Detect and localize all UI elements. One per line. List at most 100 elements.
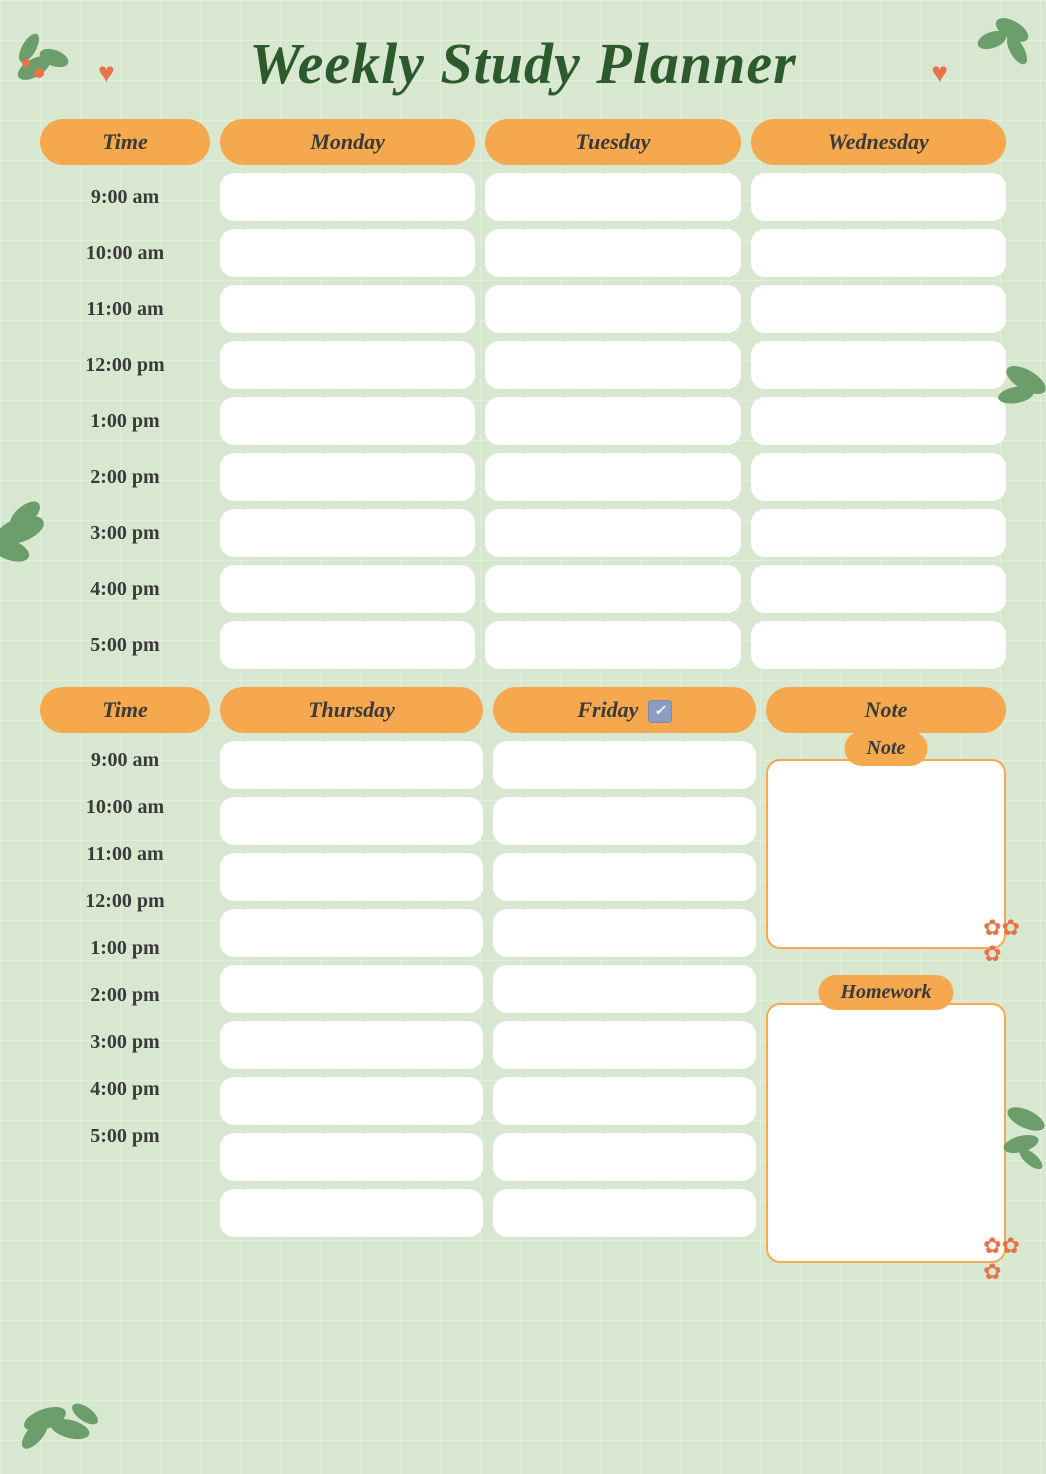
entry-mon-5[interactable]: [220, 453, 475, 501]
entry-thu-0[interactable]: [220, 741, 483, 789]
top-planner-section: Time Monday Tuesday Wednesday 9:00 am 10…: [40, 119, 1006, 669]
entry-wed-3[interactable]: [751, 341, 1006, 389]
entry-tue-8[interactable]: [485, 621, 740, 669]
entry-fri-3[interactable]: [493, 909, 756, 957]
time-bot-3: 12:00 pm: [40, 882, 210, 921]
entry-tue-2[interactable]: [485, 285, 740, 333]
bottom-left-leaf-deco: [20, 1379, 110, 1454]
header-tuesday: Tuesday: [485, 119, 740, 165]
bottom-grid: 9:00 am 10:00 am 11:00 am 12:00 pm 1:00 …: [40, 741, 1006, 1263]
header-time-top: Time: [40, 119, 210, 165]
entry-wed-0[interactable]: [751, 173, 1006, 221]
time-top-4: 1:00 pm: [40, 402, 210, 441]
top-row-1: 10:00 am: [40, 229, 1006, 277]
header-time-bottom: Time: [40, 687, 210, 733]
top-row-6: 3:00 pm: [40, 509, 1006, 557]
homework-box[interactable]: [766, 1003, 1006, 1263]
entry-thu-6[interactable]: [220, 1077, 483, 1125]
title-area: Weekly Study Planner: [40, 30, 1006, 97]
entry-thu-3[interactable]: [220, 909, 483, 957]
time-top-8: 5:00 pm: [40, 626, 210, 665]
entry-fri-1[interactable]: [493, 797, 756, 845]
entry-wed-6[interactable]: [751, 509, 1006, 557]
header-wednesday: Wednesday: [751, 119, 1006, 165]
page: ♥ ♥ Weekly Study Planner Time Monday Tue…: [0, 0, 1046, 1474]
top-row-0: 9:00 am: [40, 173, 1006, 221]
entry-fri-8[interactable]: [493, 1189, 756, 1237]
top-row-4: 1:00 pm: [40, 397, 1006, 445]
entry-wed-7[interactable]: [751, 565, 1006, 613]
header-monday: Monday: [220, 119, 475, 165]
note-flower-deco: ✿✿✿: [983, 915, 1020, 967]
entry-tue-1[interactable]: [485, 229, 740, 277]
entry-fri-7[interactable]: [493, 1133, 756, 1181]
entry-mon-6[interactable]: [220, 509, 475, 557]
entry-mon-8[interactable]: [220, 621, 475, 669]
page-title: Weekly Study Planner: [249, 31, 796, 96]
entry-fri-2[interactable]: [493, 853, 756, 901]
time-bot-7: 4:00 pm: [40, 1070, 210, 1109]
entry-thu-1[interactable]: [220, 797, 483, 845]
entry-fri-4[interactable]: [493, 965, 756, 1013]
entry-thu-4[interactable]: [220, 965, 483, 1013]
time-top-3: 12:00 pm: [40, 346, 210, 385]
note-section: Note ✿✿✿: [766, 749, 1006, 949]
time-bot-5: 2:00 pm: [40, 976, 210, 1015]
bottom-note-col: Note ✿✿✿ Homework ✿✿✿: [766, 741, 1006, 1263]
top-row-3: 12:00 pm: [40, 341, 1006, 389]
entry-tue-7[interactable]: [485, 565, 740, 613]
entry-mon-3[interactable]: [220, 341, 475, 389]
entry-thu-8[interactable]: [220, 1189, 483, 1237]
entry-mon-1[interactable]: [220, 229, 475, 277]
entry-wed-8[interactable]: [751, 621, 1006, 669]
time-bot-1: 10:00 am: [40, 788, 210, 827]
time-top-1: 10:00 am: [40, 234, 210, 273]
time-bot-2: 11:00 am: [40, 835, 210, 874]
bottom-time-col: 9:00 am 10:00 am 11:00 am 12:00 pm 1:00 …: [40, 741, 210, 1156]
entry-wed-1[interactable]: [751, 229, 1006, 277]
bottom-planner-section: Time Thursday Friday ✓ Note 9:00 am 10:0…: [40, 687, 1006, 1263]
entry-fri-6[interactable]: [493, 1077, 756, 1125]
homework-label: Homework: [818, 975, 953, 1010]
top-row-2: 11:00 am: [40, 285, 1006, 333]
top-header-row: Time Monday Tuesday Wednesday: [40, 119, 1006, 165]
time-bot-0: 9:00 am: [40, 741, 210, 780]
entry-wed-4[interactable]: [751, 397, 1006, 445]
entry-tue-5[interactable]: [485, 453, 740, 501]
homework-flower-deco: ✿✿✿: [983, 1233, 1020, 1285]
time-bot-8: 5:00 pm: [40, 1117, 210, 1156]
note-label: Note: [845, 731, 928, 766]
entry-fri-5[interactable]: [493, 1021, 756, 1069]
time-top-5: 2:00 pm: [40, 458, 210, 497]
entry-mon-7[interactable]: [220, 565, 475, 613]
bottom-fri-col: [493, 741, 756, 1237]
header-thursday: Thursday: [220, 687, 483, 733]
header-friday: Friday ✓: [493, 687, 756, 733]
entry-tue-6[interactable]: [485, 509, 740, 557]
top-row-7: 4:00 pm: [40, 565, 1006, 613]
entry-fri-0[interactable]: [493, 741, 756, 789]
friday-stamp-icon: ✓: [648, 700, 672, 723]
entry-thu-7[interactable]: [220, 1133, 483, 1181]
entry-wed-5[interactable]: [751, 453, 1006, 501]
top-row-8: 5:00 pm: [40, 621, 1006, 669]
bottom-thu-col: [220, 741, 483, 1237]
bottom-header-row: Time Thursday Friday ✓ Note: [40, 687, 1006, 733]
entry-thu-5[interactable]: [220, 1021, 483, 1069]
time-top-2: 11:00 am: [40, 290, 210, 329]
time-top-6: 3:00 pm: [40, 514, 210, 553]
entry-thu-2[interactable]: [220, 853, 483, 901]
time-bot-6: 3:00 pm: [40, 1023, 210, 1062]
entry-tue-3[interactable]: [485, 341, 740, 389]
entry-mon-0[interactable]: [220, 173, 475, 221]
homework-section: Homework ✿✿✿: [766, 993, 1006, 1263]
time-top-0: 9:00 am: [40, 178, 210, 217]
entry-wed-2[interactable]: [751, 285, 1006, 333]
note-box[interactable]: [766, 759, 1006, 949]
entry-mon-2[interactable]: [220, 285, 475, 333]
entry-tue-0[interactable]: [485, 173, 740, 221]
entry-tue-4[interactable]: [485, 397, 740, 445]
top-row-5: 2:00 pm: [40, 453, 1006, 501]
entry-mon-4[interactable]: [220, 397, 475, 445]
time-top-7: 4:00 pm: [40, 570, 210, 609]
